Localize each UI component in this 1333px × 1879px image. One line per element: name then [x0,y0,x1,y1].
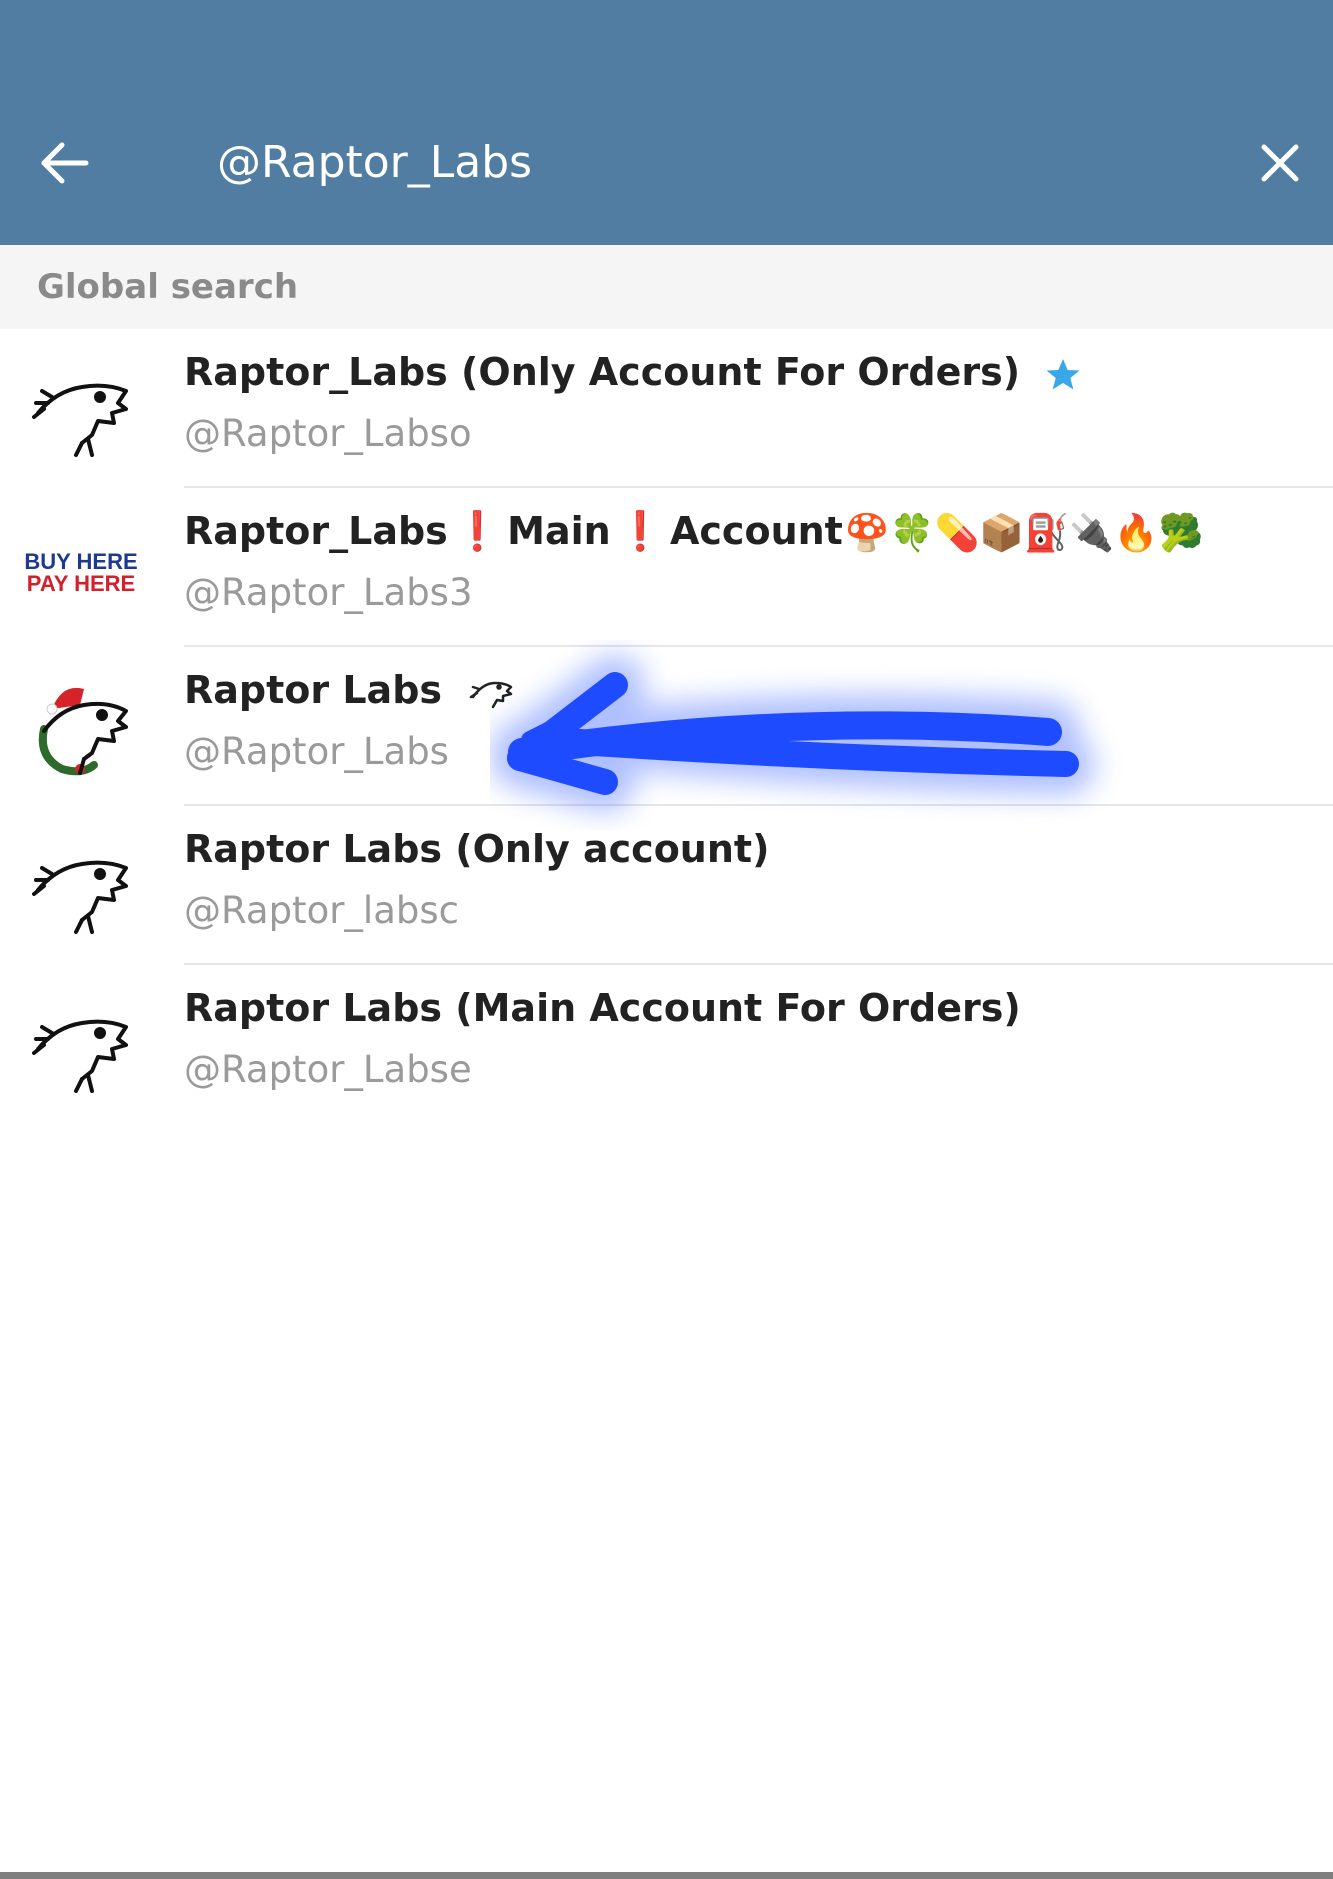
buy-here-pay-here-avatar: BUY HERE PAY HERE [22,540,140,598]
emoji-strip: 🍄🍀💊📦⛽🔌🔥🥦 [844,512,1204,554]
result-username: @Raptor_Labso [184,412,472,455]
search-header: @Raptor_Labs [0,0,1333,245]
back-button[interactable] [30,128,100,198]
search-result-row[interactable]: Raptor_Labs (Only Account For Orders) @R… [0,329,1333,488]
bottom-edge [0,1872,1333,1879]
section-title: Global search [37,267,299,307]
result-name: Raptor Labs (Main Account For Orders) [184,986,1021,1030]
clear-search-button[interactable] [1245,128,1315,198]
star-icon [1046,358,1080,389]
back-arrow-icon [41,142,89,184]
result-username: @Raptor_Labs3 [184,571,473,614]
result-username: @Raptor_labsc [184,889,459,932]
hand-drawn-arrow-annotation [490,655,1095,812]
raptor-logo-avatar [32,1019,128,1093]
close-icon [1261,144,1299,182]
global-search-section: Global search [0,245,1333,329]
search-result-row[interactable]: Raptor Labs (Main Account For Orders) @R… [0,965,1333,1124]
result-username: @Raptor_Labse [184,1048,472,1091]
result-name: Raptor Labs [184,665,513,715]
result-name: Raptor_Labs (Only Account For Orders) [184,347,1083,397]
result-name: Raptor_Labs ❗ Main ❗ Account🍄🍀💊📦⛽🔌🔥🥦 [184,506,1203,559]
svg-text:PAY HERE: PAY HERE [27,571,135,596]
raptor-logo-avatar [32,383,128,457]
search-result-row[interactable]: BUY HERE PAY HERE Raptor_Labs ❗ Main ❗ Accou… [0,488,1333,647]
search-input[interactable]: @Raptor_Labs [217,128,532,198]
raptor-logo-avatar [32,860,128,934]
raptor-santa-logo-avatar [38,687,128,776]
result-username: @Raptor_Labs [184,730,449,773]
